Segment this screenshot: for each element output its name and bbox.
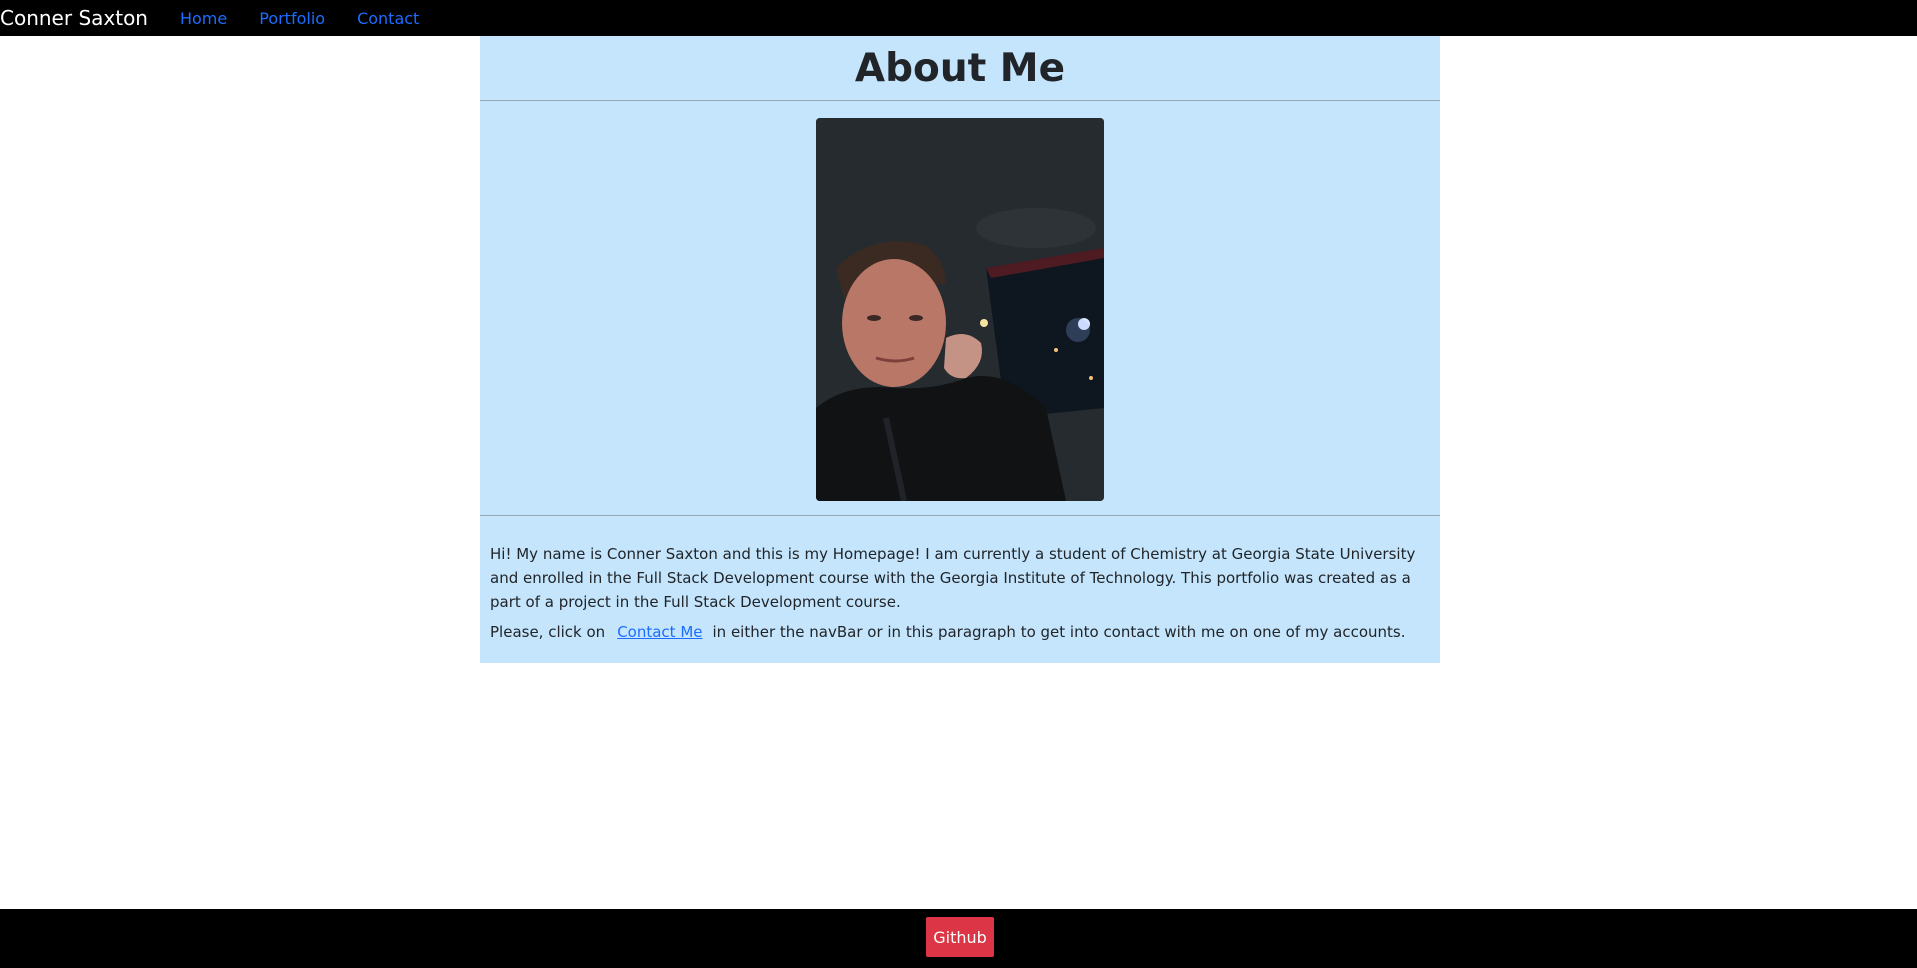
about-card: About Me Hi! My name is Conner Saxton an… (480, 36, 1440, 663)
footer-bar: Github (0, 909, 1917, 968)
photo-section (480, 101, 1440, 516)
contact-paragraph-suffix: in either the navBar or in this paragrap… (712, 623, 1406, 641)
nav-link-contact[interactable]: Contact (357, 9, 419, 28)
nav-link-portfolio[interactable]: Portfolio (259, 9, 325, 28)
intro-paragraph: Hi! My name is Conner Saxton and this is… (490, 545, 1416, 611)
about-text: Hi! My name is Conner Saxton and this is… (480, 516, 1440, 644)
github-button[interactable]: Github (926, 917, 994, 957)
page-title: About Me (854, 45, 1066, 91)
brand-link[interactable]: Conner Saxton (0, 6, 148, 30)
top-navbar: Conner Saxton Home Portfolio Contact (0, 0, 1917, 36)
contact-me-link[interactable]: Contact Me (617, 623, 702, 641)
contact-paragraph-prefix: Please, click on (490, 623, 606, 641)
nav-link-home[interactable]: Home (180, 9, 227, 28)
profile-photo-illustration (816, 118, 1104, 501)
contact-paragraph: Please, click on Contact Me in either the … (490, 620, 1430, 644)
about-card-header: About Me (480, 36, 1440, 101)
profile-photo (816, 118, 1104, 501)
